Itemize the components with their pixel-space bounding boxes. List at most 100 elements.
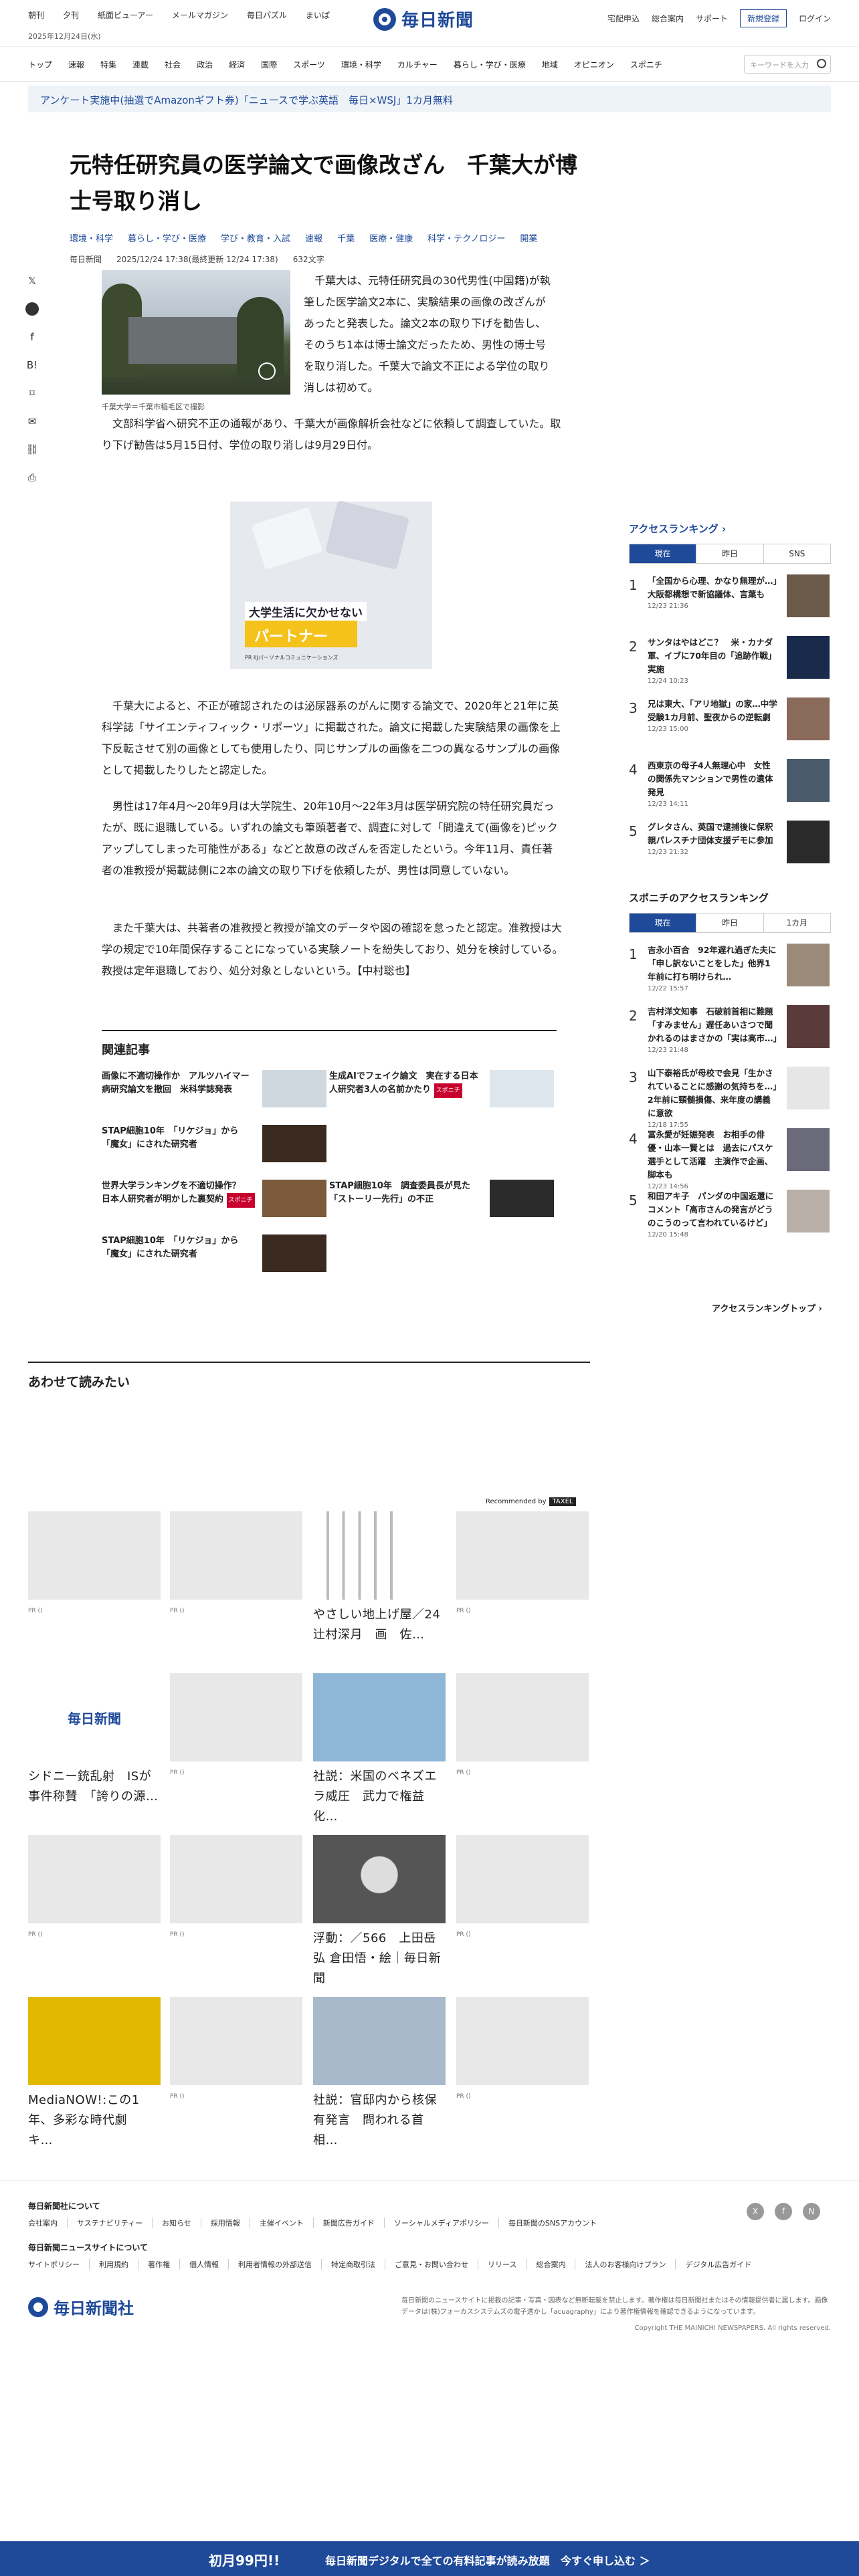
related-item[interactable]: STAP細胞10年 「リケジョ」から「魔女」にされた研究者 bbox=[102, 1235, 329, 1275]
footer-link[interactable]: 総合案内 bbox=[527, 2259, 576, 2270]
tab-now[interactable]: 現在 bbox=[630, 914, 697, 932]
search-icon[interactable] bbox=[817, 59, 826, 68]
ranking-heading[interactable]: アクセスランキング › bbox=[629, 522, 831, 536]
footer-link[interactable]: 特定商取引法 bbox=[322, 2259, 385, 2270]
recommend-card[interactable]: 浮動：／566 上田岳弘 倉田悟・絵｜毎日新聞 bbox=[313, 1835, 446, 1997]
hatena-icon[interactable]: B! bbox=[25, 358, 39, 372]
related-item[interactable]: STAP細胞10年 「リケジョ」から「魔女」にされた研究者 bbox=[102, 1125, 329, 1165]
ranking-item[interactable]: 2 吉村洋文知事 石破前首相に難題「すみません」遅任あいさつで聞かれるのはまさかの… bbox=[629, 1005, 831, 1055]
tab-yesterday[interactable]: 昨日 bbox=[696, 914, 764, 932]
tab-month[interactable]: 1カ月 bbox=[764, 914, 830, 932]
ranking-item[interactable]: 1 吉永小百合 92年遅れ過ぎた夫に「申し訳ないことをした」他界1年前に打ち明けら… bbox=[629, 944, 831, 993]
link-puzzle[interactable]: 毎日パズル bbox=[247, 9, 287, 21]
footer-link[interactable]: 主催イベント bbox=[250, 2218, 314, 2228]
search-input[interactable]: キーワードを入力 bbox=[744, 55, 831, 74]
nav-item-opinion[interactable]: オピニオン bbox=[574, 59, 614, 70]
note-social-icon[interactable]: N bbox=[803, 2203, 820, 2220]
tag-link[interactable]: 科学・テクノロジー bbox=[427, 231, 505, 244]
recommend-card[interactable]: PR () bbox=[456, 1835, 589, 1938]
nav-item-science[interactable]: 環境・科学 bbox=[341, 59, 381, 70]
footer-link[interactable]: 利用者情報の外部送信 bbox=[229, 2259, 322, 2270]
ranking-item[interactable]: 1 「全国から心理、かなり無理が…」大阪都構想で新協議体、言葉も 12/23 21:… bbox=[629, 574, 831, 624]
recommend-card[interactable]: PR () bbox=[28, 1511, 161, 1614]
footer-link[interactable]: お知らせ bbox=[153, 2218, 201, 2228]
footer-link[interactable]: ソーシャルメディアポリシー bbox=[385, 2218, 499, 2228]
nav-item-sports[interactable]: スポーツ bbox=[293, 59, 325, 70]
tag-link[interactable]: 開業 bbox=[520, 231, 537, 244]
register-button[interactable]: 新規登録 bbox=[739, 9, 787, 27]
link-evening-edition[interactable]: 夕刊 bbox=[63, 9, 79, 21]
article-photo[interactable] bbox=[102, 270, 290, 395]
nav-item-sponichi[interactable]: スポニチ bbox=[630, 59, 662, 70]
recommend-card[interactable]: PR () bbox=[456, 1673, 589, 1776]
ranking-item[interactable]: 5 和田アキ子 パンダの中国返還にコメント「高市さんの発言がどうのこうのって言われ… bbox=[629, 1190, 831, 1239]
ranking-item[interactable]: 2 サンタはやはどこ？ 米・カナダ軍、イブに70年目の「追跡作戦」実施 12/24 … bbox=[629, 636, 831, 685]
related-item[interactable]: 生成AIでフェイク論文 実在する日本人研究者3人の名前かたり スポニチ bbox=[329, 1070, 557, 1110]
nav-item-series[interactable]: 連載 bbox=[132, 59, 149, 70]
footer-link[interactable]: サイトポリシー bbox=[28, 2259, 90, 2270]
ranking-top-link[interactable]: アクセスランキングトップ › bbox=[712, 1301, 822, 1314]
x-share-icon[interactable]: 𝕏 bbox=[25, 274, 39, 288]
footer-link[interactable]: 著作権 bbox=[138, 2259, 180, 2270]
recommend-card[interactable]: PR () bbox=[170, 1835, 302, 1938]
recommend-card[interactable]: MediaNOW!:この1年、多彩な時代劇 キ… bbox=[28, 1997, 161, 2159]
nav-item-top[interactable]: トップ bbox=[28, 59, 52, 70]
link-paper-viewer[interactable]: 紙面ビューアー bbox=[98, 9, 153, 21]
link-support[interactable]: サポート bbox=[696, 13, 728, 24]
footer-link[interactable]: 会社案内 bbox=[28, 2218, 68, 2228]
nav-item-local[interactable]: 地域 bbox=[542, 59, 558, 70]
footer-link[interactable]: デジタル広告ガイド bbox=[676, 2259, 761, 2270]
promo-banner[interactable]: アンケート実施中(抽選でAmazonギフト券)「ニュースで学ぶ英語 毎日×WSJ… bbox=[28, 86, 831, 112]
nav-item-society[interactable]: 社会 bbox=[165, 59, 181, 70]
tag-link[interactable]: 学び・教育・入試 bbox=[221, 231, 290, 244]
footer-link[interactable]: 新聞広告ガイド bbox=[314, 2218, 385, 2228]
link-maipa[interactable]: まいぱ bbox=[306, 9, 330, 21]
recommend-card[interactable]: 社説：官邸内から核保有発言 問われる首相… bbox=[313, 1997, 446, 2159]
footer-link[interactable]: サステナビリティー bbox=[68, 2218, 153, 2228]
nav-item-politics[interactable]: 政治 bbox=[197, 59, 213, 70]
link-delivery[interactable]: 宅配申込 bbox=[607, 13, 640, 24]
tag-link[interactable]: 暮らし・学び・医療 bbox=[128, 231, 206, 244]
link-copy-icon[interactable]: ⛓ bbox=[25, 443, 39, 456]
recommend-card[interactable]: PR () bbox=[170, 1997, 302, 2100]
mail-icon[interactable]: ✉ bbox=[25, 415, 39, 428]
footer-link[interactable]: 毎日新聞のSNSアカウント bbox=[499, 2218, 606, 2228]
footer-link[interactable]: 個人情報 bbox=[180, 2259, 229, 2270]
tab-sns[interactable]: SNS bbox=[764, 544, 830, 563]
tag-link[interactable]: 千葉 bbox=[337, 231, 355, 244]
ranking-item[interactable]: 5 グレタさん、英国で逮捕後に保釈 親パレスチナ団体支援デモに参加 12/23 21… bbox=[629, 821, 831, 870]
tag-link[interactable]: 環境・科学 bbox=[70, 231, 113, 244]
link-info[interactable]: 総合案内 bbox=[652, 13, 684, 24]
tag-link[interactable]: 速報 bbox=[305, 231, 322, 244]
related-item[interactable]: STAP細胞10年 調査委員長が見た「ストーリー先行」の不正 bbox=[329, 1180, 557, 1220]
recommend-card[interactable]: 社説：米国のベネズエラ威圧 武力で権益化… bbox=[313, 1673, 446, 1835]
site-logo[interactable]: 毎日新聞 bbox=[373, 7, 474, 31]
print-icon[interactable]: ⎙ bbox=[25, 471, 39, 484]
footer-link[interactable]: 利用規約 bbox=[90, 2259, 138, 2270]
ranking-item[interactable]: 4 冨永愛が妊娠発表 お相手の俳優・山本一賢とは 過去にパスケ選手として活躍 主演… bbox=[629, 1128, 831, 1190]
x-social-icon[interactable]: X bbox=[747, 2203, 764, 2220]
ranking-item[interactable]: 4 西東京の母子4人無理心中 女性の関係先マンションで男性の遺体発見 12/23 1… bbox=[629, 759, 831, 809]
recommend-card[interactable]: PR () bbox=[28, 1835, 161, 1938]
nav-item-features[interactable]: 特集 bbox=[100, 59, 116, 70]
ranking-item[interactable]: 3 兄は東大、「アリ地獄」の家…中学受験1カ月前、聖夜からの逆転劇 12/23 15… bbox=[629, 697, 831, 747]
link-morning-edition[interactable]: 朝刊 bbox=[28, 9, 44, 21]
footer-logo[interactable]: 毎日新聞社 bbox=[28, 2295, 134, 2319]
nav-item-life[interactable]: 暮らし・学び・医療 bbox=[454, 59, 526, 70]
facebook-icon[interactable]: f bbox=[25, 330, 39, 344]
footer-link[interactable]: 採用情報 bbox=[201, 2218, 250, 2228]
advertisement[interactable]: 大学生活に欠かせない パートナー PR IIJパーソナルコミュニケーションズ bbox=[230, 500, 432, 669]
nav-item-culture[interactable]: カルチャー bbox=[397, 59, 438, 70]
recommend-card[interactable]: やさしい地上げ屋／24 辻村深月 画 佐… bbox=[313, 1511, 452, 1653]
facebook-social-icon[interactable]: f bbox=[775, 2203, 792, 2220]
login-button[interactable]: ログイン bbox=[799, 13, 831, 24]
recommend-card[interactable]: PR () bbox=[170, 1673, 302, 1776]
subscribe-cta-bar[interactable]: 初月99円!! 毎日新聞デジタルで全ての有料記事が読み放題 今すぐ申し込む ＞ bbox=[0, 2541, 859, 2576]
footer-link[interactable]: リリース bbox=[478, 2259, 527, 2270]
recommend-brand[interactable]: TAXEL bbox=[549, 1497, 577, 1506]
ranking-item[interactable]: 3 山下泰裕氏が母校で会見「生かされていることに感謝の気持ちを…」2年前に頸髄損傷… bbox=[629, 1067, 831, 1129]
zoom-icon[interactable] bbox=[258, 362, 276, 380]
recommend-card[interactable]: 毎日新聞 シドニー銃乱射 ISが事件称賛 「誇りの源… bbox=[28, 1673, 161, 1815]
nav-item-economy[interactable]: 経済 bbox=[229, 59, 245, 70]
recommend-card[interactable]: PR () bbox=[170, 1511, 302, 1614]
